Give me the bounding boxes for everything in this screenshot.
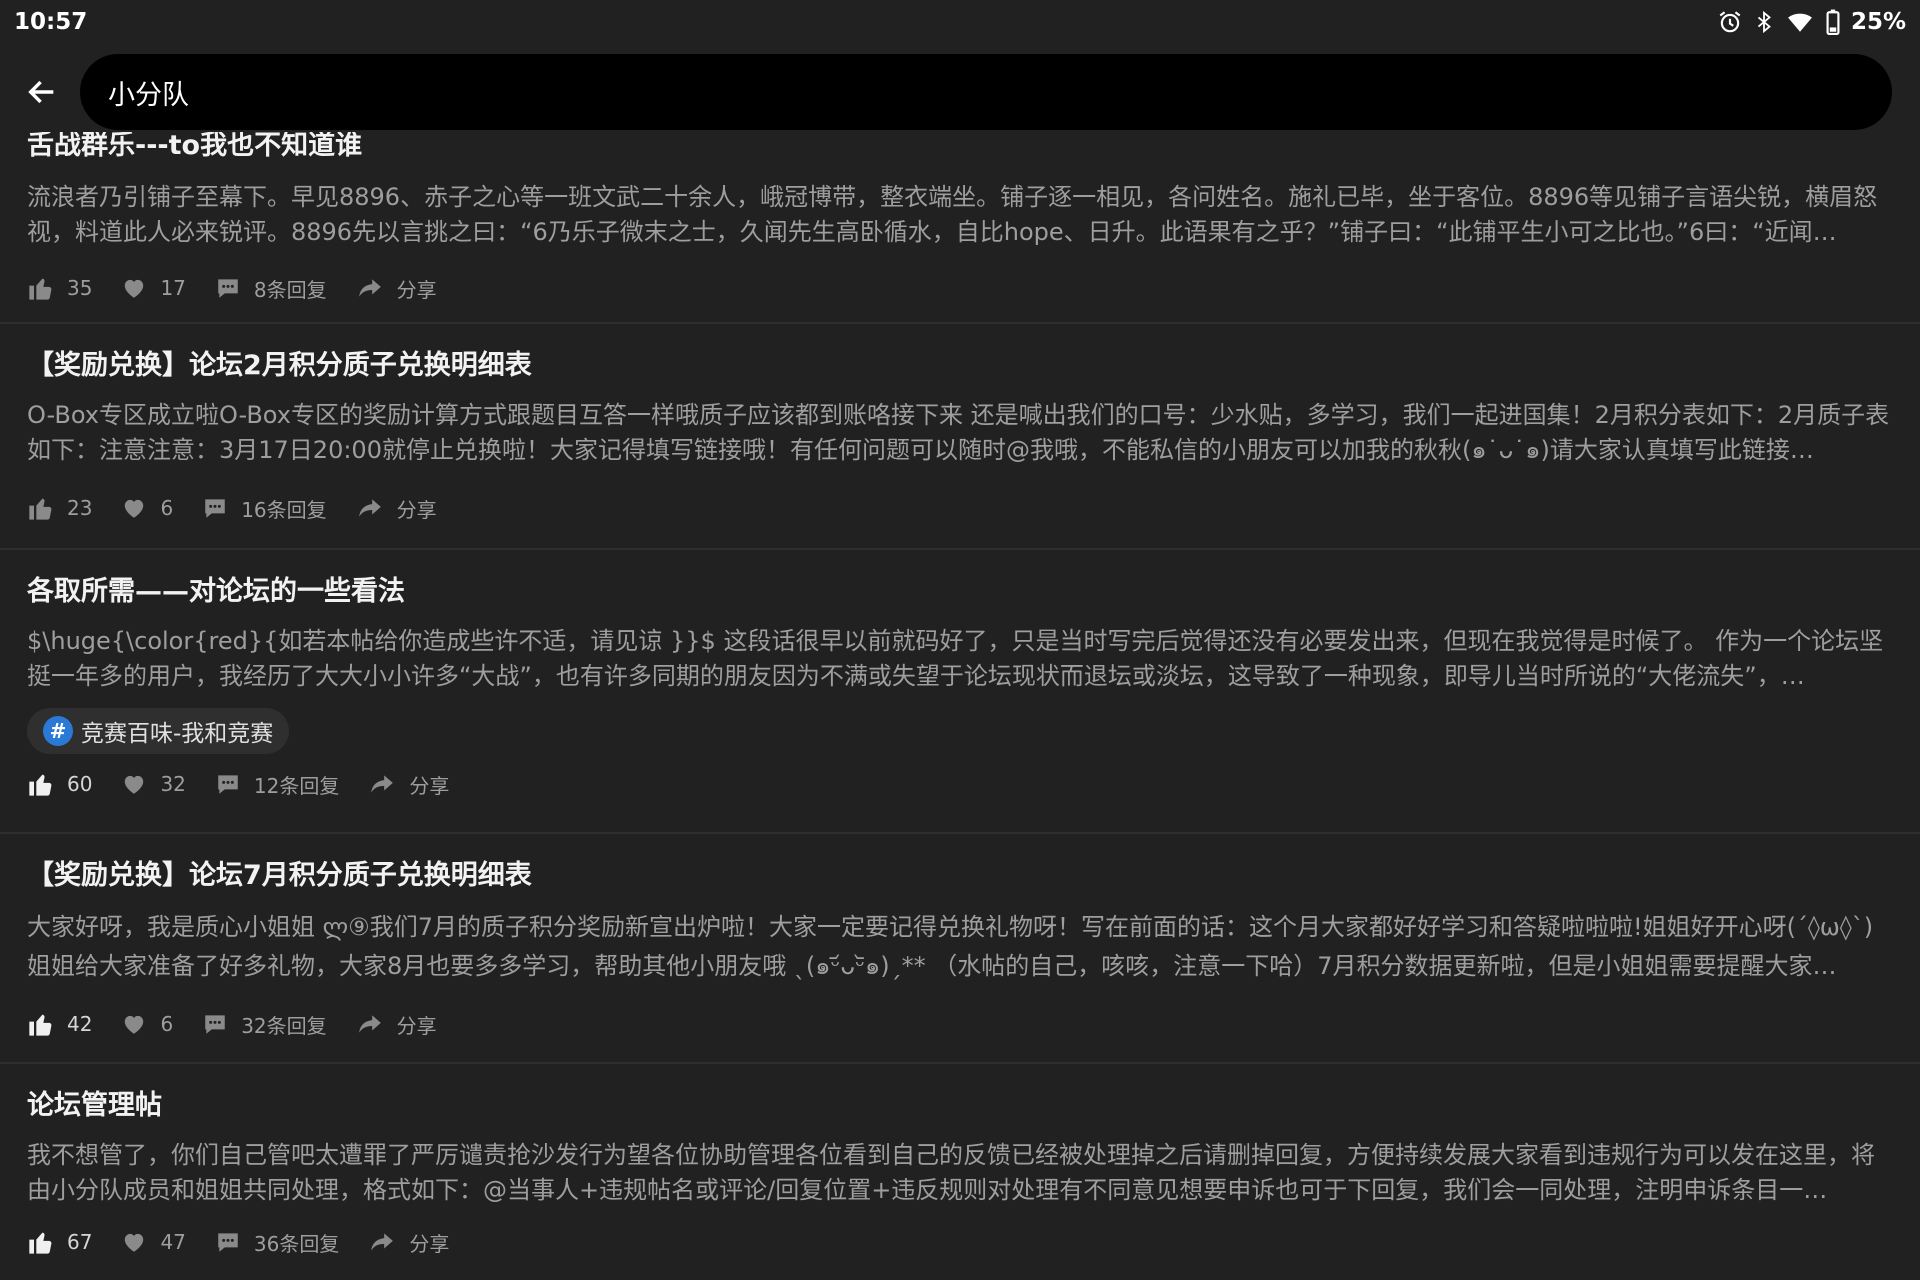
topic-tag-label: 竞赛百味-我和竞赛 [81, 721, 274, 747]
comment-icon [205, 499, 225, 518]
reply-button[interactable]: 12条回复 [214, 770, 339, 799]
thumbs-up-icon [29, 278, 52, 300]
arrow-left-icon [28, 80, 54, 104]
post-actions: 23 6 16条回复 分享 [27, 478, 1893, 538]
like-button[interactable]: 35 [27, 274, 92, 302]
post-card[interactable]: 舌战群乐---to我也不知道谁 流浪者乃引铺子至幕下。早见8896、赤子之心等一… [0, 132, 1920, 324]
share-icon [358, 1015, 381, 1033]
like-count: 67 [67, 1230, 93, 1254]
back-button[interactable] [14, 64, 70, 120]
heart-icon [125, 1233, 144, 1252]
comment-icon [218, 1233, 238, 1252]
status-time: 10:57 [14, 9, 88, 35]
heart-icon [125, 499, 144, 518]
post-title[interactable]: 论坛管理帖 [27, 1086, 1893, 1126]
search-results: 舌战群乐---to我也不知道谁 流浪者乃引铺子至幕下。早见8896、赤子之心等一… [0, 132, 1920, 1280]
search-box[interactable] [80, 54, 1892, 130]
reply-count: 12条回复 [253, 773, 340, 798]
reply-button[interactable]: 36条回复 [214, 1228, 339, 1257]
thumbs-up-icon [29, 774, 52, 796]
share-icon [371, 775, 394, 793]
heart-icon [125, 775, 144, 794]
share-label: 分享 [396, 277, 437, 302]
favorite-button[interactable]: 17 [120, 275, 186, 301]
wifi-icon [1785, 9, 1815, 35]
post-title[interactable]: 各取所需——对论坛的一些看法 [27, 572, 1893, 612]
status-bar: 10:57 25% [0, 0, 1920, 44]
favorite-button[interactable]: 6 [120, 1011, 173, 1037]
like-count: 42 [67, 1012, 93, 1036]
thumbs-up-icon [29, 498, 52, 520]
share-button[interactable]: 分享 [355, 494, 437, 523]
favorite-count: 6 [160, 496, 174, 520]
favorite-count: 32 [160, 772, 186, 796]
post-actions: 35 17 8条回复 分享 [27, 258, 1893, 318]
topic-tag[interactable]: # 竞赛百味-我和竞赛 [27, 708, 290, 754]
share-label: 分享 [409, 773, 450, 798]
like-count: 23 [67, 496, 93, 520]
reply-count: 16条回复 [241, 497, 327, 522]
post-title[interactable]: 【奖励兑换】论坛2月积分质子兑换明细表 [27, 346, 1893, 386]
share-label: 分享 [396, 497, 437, 522]
post-excerpt: 我不想管了，你们自己管吧太遭罪了严厉谴责抢沙发行为望各位协助管理各位看到自己的反… [27, 1141, 1875, 1204]
status-icons: 25% [1717, 9, 1906, 35]
thumbs-up-icon [29, 1232, 52, 1254]
reply-button[interactable]: 8条回复 [214, 274, 327, 303]
favorite-button[interactable]: 47 [120, 1229, 186, 1255]
thumbs-up-icon [29, 1014, 52, 1036]
comment-icon [218, 775, 238, 794]
post-card[interactable]: 【奖励兑换】论坛7月积分质子兑换明细表 大家好呀，我是质心小姐姐 ლ⑨我们7月的… [0, 834, 1920, 1064]
post-excerpt: $\huge{\color{red}{如若本帖给你造成些许不适，请见谅 }}$ … [27, 627, 1884, 690]
post-title[interactable]: 【奖励兑换】论坛7月积分质子兑换明细表 [27, 856, 1893, 896]
battery-percent: 25% [1850, 9, 1906, 35]
like-button[interactable]: 42 [27, 1010, 92, 1038]
search-bar [0, 52, 1920, 132]
share-button[interactable]: 分享 [367, 770, 449, 799]
heart-icon [125, 1015, 144, 1034]
post-actions: 67 47 36条回复 分享 [27, 1212, 1893, 1272]
post-title[interactable]: 舌战群乐---to我也不知道谁 [27, 132, 1893, 166]
like-button[interactable]: 60 [27, 770, 92, 798]
post-excerpt: 大家好呀，我是质心小姐姐 ლ⑨我们7月的质子积分奖励新宣出炉啦！大家一定要记得兑… [27, 913, 1874, 980]
post-card[interactable]: 【奖励兑换】论坛2月积分质子兑换明细表 O-Box专区成立啦O-Box专区的奖励… [0, 324, 1920, 550]
like-button[interactable]: 67 [27, 1228, 92, 1256]
post-actions: 42 6 32条回复 分享 [27, 994, 1893, 1054]
favorite-button[interactable]: 32 [120, 771, 186, 797]
post-card[interactable]: 各取所需——对论坛的一些看法 $\huge{\color{red}{如若本帖给你… [0, 550, 1920, 834]
favorite-count: 47 [160, 1230, 186, 1254]
reply-count: 36条回复 [253, 1231, 340, 1256]
share-icon [371, 1233, 394, 1251]
comment-icon [218, 279, 238, 298]
favorite-count: 6 [160, 1012, 174, 1036]
battery-icon [1825, 9, 1841, 35]
reply-count: 8条回复 [253, 277, 327, 302]
reply-button[interactable]: 32条回复 [201, 1010, 327, 1039]
reply-button[interactable]: 16条回复 [201, 494, 327, 523]
search-input[interactable] [106, 75, 1892, 109]
share-icon [358, 279, 381, 297]
favorite-count: 17 [160, 276, 186, 300]
share-label: 分享 [396, 1013, 437, 1038]
share-button[interactable]: 分享 [355, 1010, 437, 1039]
post-card[interactable]: 论坛管理帖 我不想管了，你们自己管吧太遭罪了严厉谴责抢沙发行为望各位协助管理各位… [0, 1064, 1920, 1274]
reply-count: 32条回复 [241, 1013, 327, 1038]
comment-icon [205, 1015, 225, 1034]
post-excerpt: O-Box专区成立啦O-Box专区的奖励计算方式跟题目互答一样哦质子应该都到账咯… [27, 401, 1890, 464]
alarm-icon [1717, 9, 1743, 35]
share-button[interactable]: 分享 [355, 274, 437, 303]
post-excerpt: 流浪者乃引铺子至幕下。早见8896、赤子之心等一班文武二十余人，峨冠博带，整衣端… [27, 183, 1878, 246]
share-label: 分享 [409, 1231, 450, 1256]
post-actions: 60 32 12条回复 分享 [27, 754, 1893, 814]
heart-icon [125, 279, 144, 298]
bluetooth-icon [1753, 9, 1775, 35]
hashtag-icon: # [43, 716, 73, 746]
like-button[interactable]: 23 [27, 494, 92, 522]
favorite-button[interactable]: 6 [120, 495, 173, 521]
like-count: 60 [67, 772, 93, 796]
share-button[interactable]: 分享 [367, 1228, 449, 1257]
share-icon [358, 499, 381, 517]
like-count: 35 [67, 276, 93, 300]
